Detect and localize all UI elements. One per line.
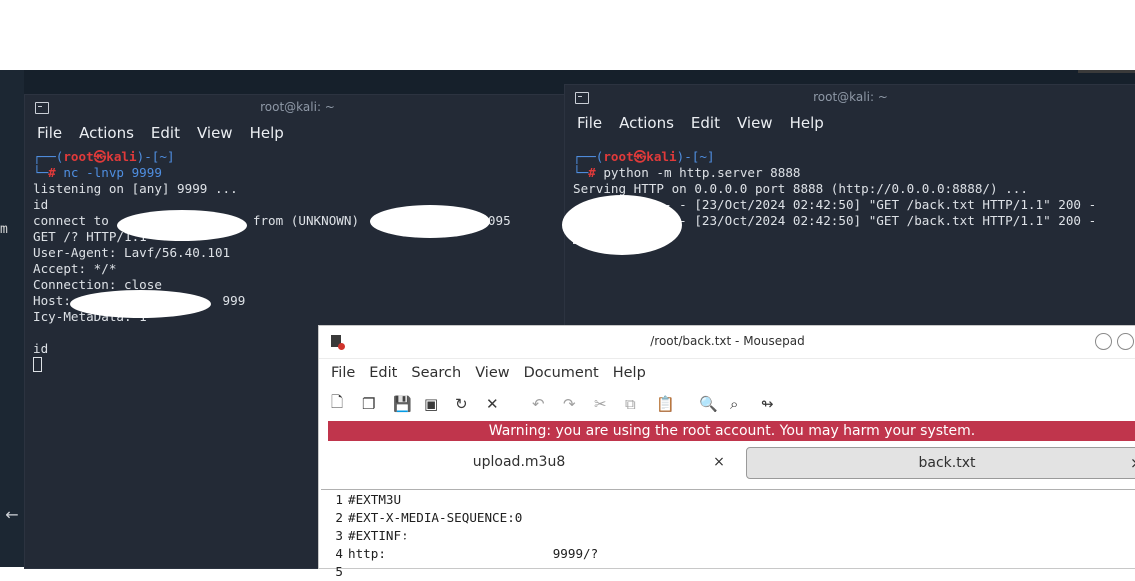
tab-back-txt[interactable]: back.txt ×: [746, 447, 1135, 479]
window-title: root@kali: ~: [813, 90, 888, 104]
menu-help[interactable]: Help: [250, 124, 284, 142]
output-line: User-Agent: Lavf/56.40.101: [33, 245, 231, 260]
command-line: └─# python -m http.server 8888: [573, 165, 801, 180]
window-title: root@kali: ~: [260, 100, 335, 114]
tab-close-icon[interactable]: ×: [1130, 448, 1135, 478]
maximize-button[interactable]: [1117, 333, 1134, 350]
back-arrow-icon[interactable]: ←: [0, 500, 24, 530]
close-icon[interactable]: ✕: [486, 395, 517, 413]
menu-help[interactable]: Help: [613, 365, 646, 381]
prompt-line: ┌──(root㉿kali)-[~]: [573, 149, 715, 164]
terminal-titlebar[interactable]: root@kali: ~: [25, 95, 570, 121]
menu-view[interactable]: View: [475, 365, 509, 381]
copy-icon[interactable]: ⧉: [625, 395, 656, 413]
tab-close-icon[interactable]: ×: [709, 447, 729, 477]
redaction-blob: [389, 534, 524, 564]
mousepad-menubar: File Edit Search View Document Help: [319, 359, 1135, 387]
menu-edit[interactable]: Edit: [691, 114, 720, 132]
menu-file[interactable]: File: [331, 365, 355, 381]
window-title: /root/back.txt - Mousepad: [650, 334, 805, 348]
terminal-titlebar[interactable]: root@kali: ~: [565, 85, 1135, 111]
editor-line: 1 #EXTM3U: [335, 492, 402, 507]
new-window-icon[interactable]: ❐: [362, 395, 393, 413]
editor-line: 2 #EXT-X-MEDIA-SEQUENCE:0: [335, 510, 523, 525]
menu-help[interactable]: Help: [790, 114, 824, 132]
save-icon[interactable]: 💾: [393, 395, 424, 413]
output-line: Accept: */*: [33, 261, 117, 276]
redo-icon[interactable]: ↷: [563, 395, 594, 413]
menu-search[interactable]: Search: [411, 365, 461, 381]
save-as-icon[interactable]: ▣: [424, 395, 455, 413]
output-line: id: [33, 197, 49, 212]
prompt-line: ┌──(root㉿kali)-[~]: [33, 149, 175, 164]
menu-file[interactable]: File: [577, 114, 602, 132]
redaction-blob: [70, 290, 211, 318]
tab-label: upload.m3u8: [472, 454, 566, 470]
undo-icon[interactable]: ↶: [532, 395, 563, 413]
mousepad-toolbar: 🗋 ❐ 💾 ▣ ↻ ✕ ↶ ↷ ✂ ⧉ 📋 🔍 ⌕ ↬: [319, 387, 1135, 421]
menu-view[interactable]: View: [197, 124, 233, 142]
reload-icon[interactable]: ↻: [455, 395, 486, 413]
output-line: listening on [any] 9999 ...: [33, 181, 238, 196]
terminal-menubar: File Actions Edit View Help: [25, 121, 570, 145]
menu-edit[interactable]: Edit: [151, 124, 180, 142]
desktop-left-strip: [0, 70, 24, 567]
output-line: GET /? HTTP/1.1: [33, 229, 147, 244]
find-replace-icon[interactable]: ⌕: [730, 395, 761, 413]
redaction-blob: [562, 195, 682, 255]
terminal-menubar: File Actions Edit View Help: [565, 111, 1135, 135]
mousepad-window[interactable]: /root/back.txt - Mousepad File Edit Sear…: [318, 325, 1135, 579]
menu-file[interactable]: File: [37, 124, 62, 142]
minimize-button[interactable]: [1095, 333, 1112, 350]
menu-edit[interactable]: Edit: [369, 365, 397, 381]
tab-label: back.txt: [918, 455, 976, 471]
output-line: Serving HTTP on 0.0.0.0 port 8888 (http:…: [573, 181, 1028, 196]
find-icon[interactable]: 🔍: [699, 395, 730, 413]
cut-icon[interactable]: ✂: [594, 395, 625, 413]
mousepad-titlebar[interactable]: /root/back.txt - Mousepad: [319, 326, 1135, 359]
command-line: └─# nc -lnvp 9999: [33, 165, 162, 180]
root-warning-bar: Warning: you are using the root account.…: [328, 421, 1135, 441]
menu-document[interactable]: Document: [524, 365, 599, 381]
paste-icon[interactable]: 📋: [656, 395, 687, 413]
desktop-edge-text: m: [0, 222, 8, 237]
new-document-icon[interactable]: 🗋: [331, 392, 362, 417]
tab-bar: upload.m3u8 × back.txt ×: [319, 447, 1135, 481]
redaction-blob: [117, 210, 247, 241]
menu-actions[interactable]: Actions: [79, 124, 134, 142]
tab-upload-m3u8[interactable]: upload.m3u8: [379, 447, 659, 477]
menu-view[interactable]: View: [737, 114, 773, 132]
menu-actions[interactable]: Actions: [619, 114, 674, 132]
redaction-blob: [370, 205, 490, 238]
editor-line: 5: [335, 564, 343, 579]
top-panel-edge: [1078, 70, 1135, 73]
goto-icon[interactable]: ↬: [761, 395, 792, 413]
